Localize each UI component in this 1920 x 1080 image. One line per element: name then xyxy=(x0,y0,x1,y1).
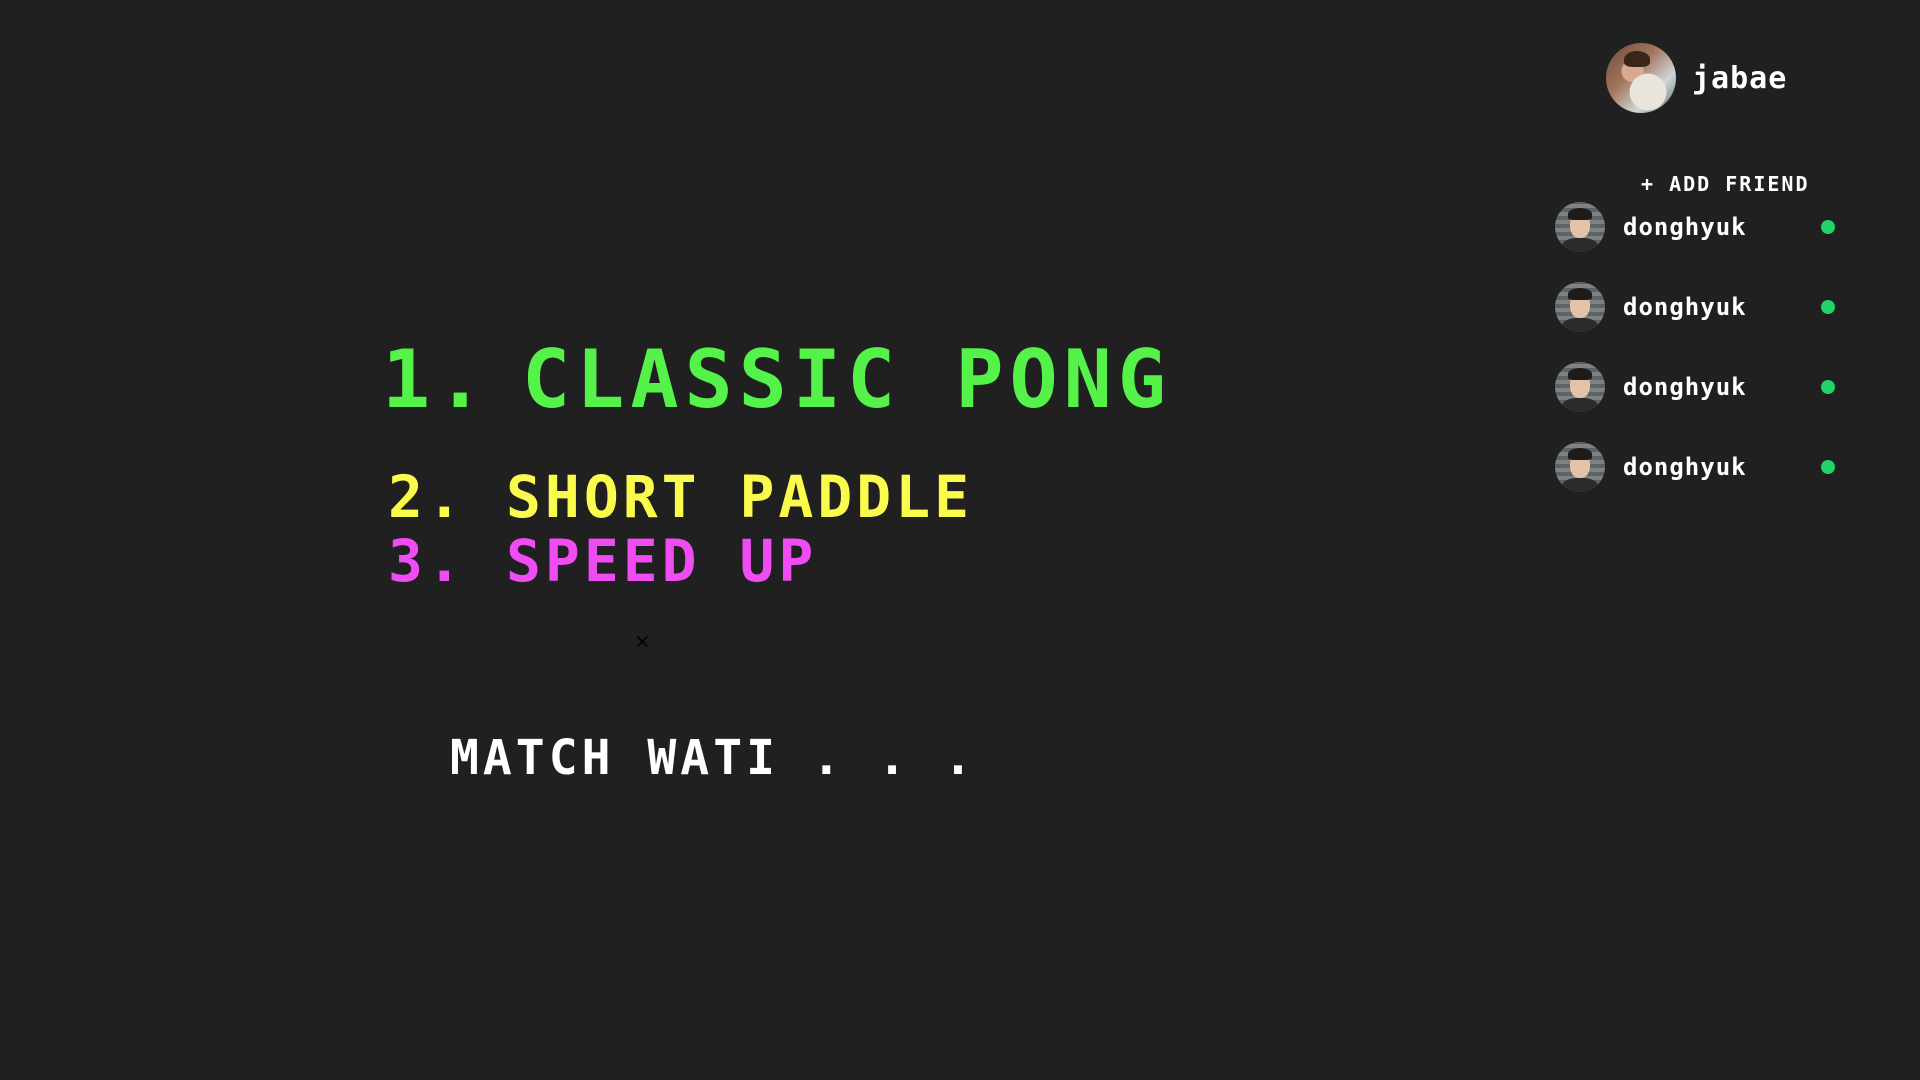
friend-avatar xyxy=(1555,442,1605,492)
friend-avatar xyxy=(1555,202,1605,252)
mode-number: 3. xyxy=(388,527,466,595)
mode-speed-up[interactable]: 3. SPEED UP xyxy=(382,532,1172,590)
user-avatar xyxy=(1606,43,1676,113)
online-status-icon xyxy=(1821,380,1835,394)
match-wait-status: MATCH WATI . . . xyxy=(450,730,977,786)
close-icon[interactable]: × xyxy=(634,631,651,651)
mode-number: 2. xyxy=(388,463,466,531)
mode-label: SPEED UP xyxy=(506,527,818,595)
friend-name: donghyuk xyxy=(1623,293,1747,321)
game-mode-menu: 1. CLASSIC PONG 2. SHORT PADDLE 3. SPEED… xyxy=(382,340,1172,591)
friend-list: donghyuk donghyuk donghyuk donghyuk xyxy=(1555,202,1835,522)
user-profile[interactable]: jabae xyxy=(1606,43,1787,113)
friend-avatar xyxy=(1555,282,1605,332)
friend-name: donghyuk xyxy=(1623,213,1747,241)
mode-short-paddle[interactable]: 2. SHORT PADDLE xyxy=(382,468,1172,526)
online-status-icon xyxy=(1821,220,1835,234)
friend-item[interactable]: donghyuk xyxy=(1555,282,1835,332)
friend-item[interactable]: donghyuk xyxy=(1555,202,1835,252)
online-status-icon xyxy=(1821,460,1835,474)
friend-avatar xyxy=(1555,362,1605,412)
friend-item[interactable]: donghyuk xyxy=(1555,442,1835,492)
add-friend-button[interactable]: + ADD FRIEND xyxy=(1641,174,1810,194)
mode-label: CLASSIC PONG xyxy=(522,333,1172,426)
online-status-icon xyxy=(1821,300,1835,314)
mode-number: 1. xyxy=(382,333,491,426)
profile-username: jabae xyxy=(1692,60,1788,96)
friend-item[interactable]: donghyuk xyxy=(1555,362,1835,412)
friend-name: donghyuk xyxy=(1623,453,1747,481)
game-lobby-screen: 1. CLASSIC PONG 2. SHORT PADDLE 3. SPEED… xyxy=(0,0,1920,1080)
mode-label: SHORT PADDLE xyxy=(506,463,974,531)
mode-classic-pong[interactable]: 1. CLASSIC PONG xyxy=(382,340,1172,420)
friend-name: donghyuk xyxy=(1623,373,1747,401)
